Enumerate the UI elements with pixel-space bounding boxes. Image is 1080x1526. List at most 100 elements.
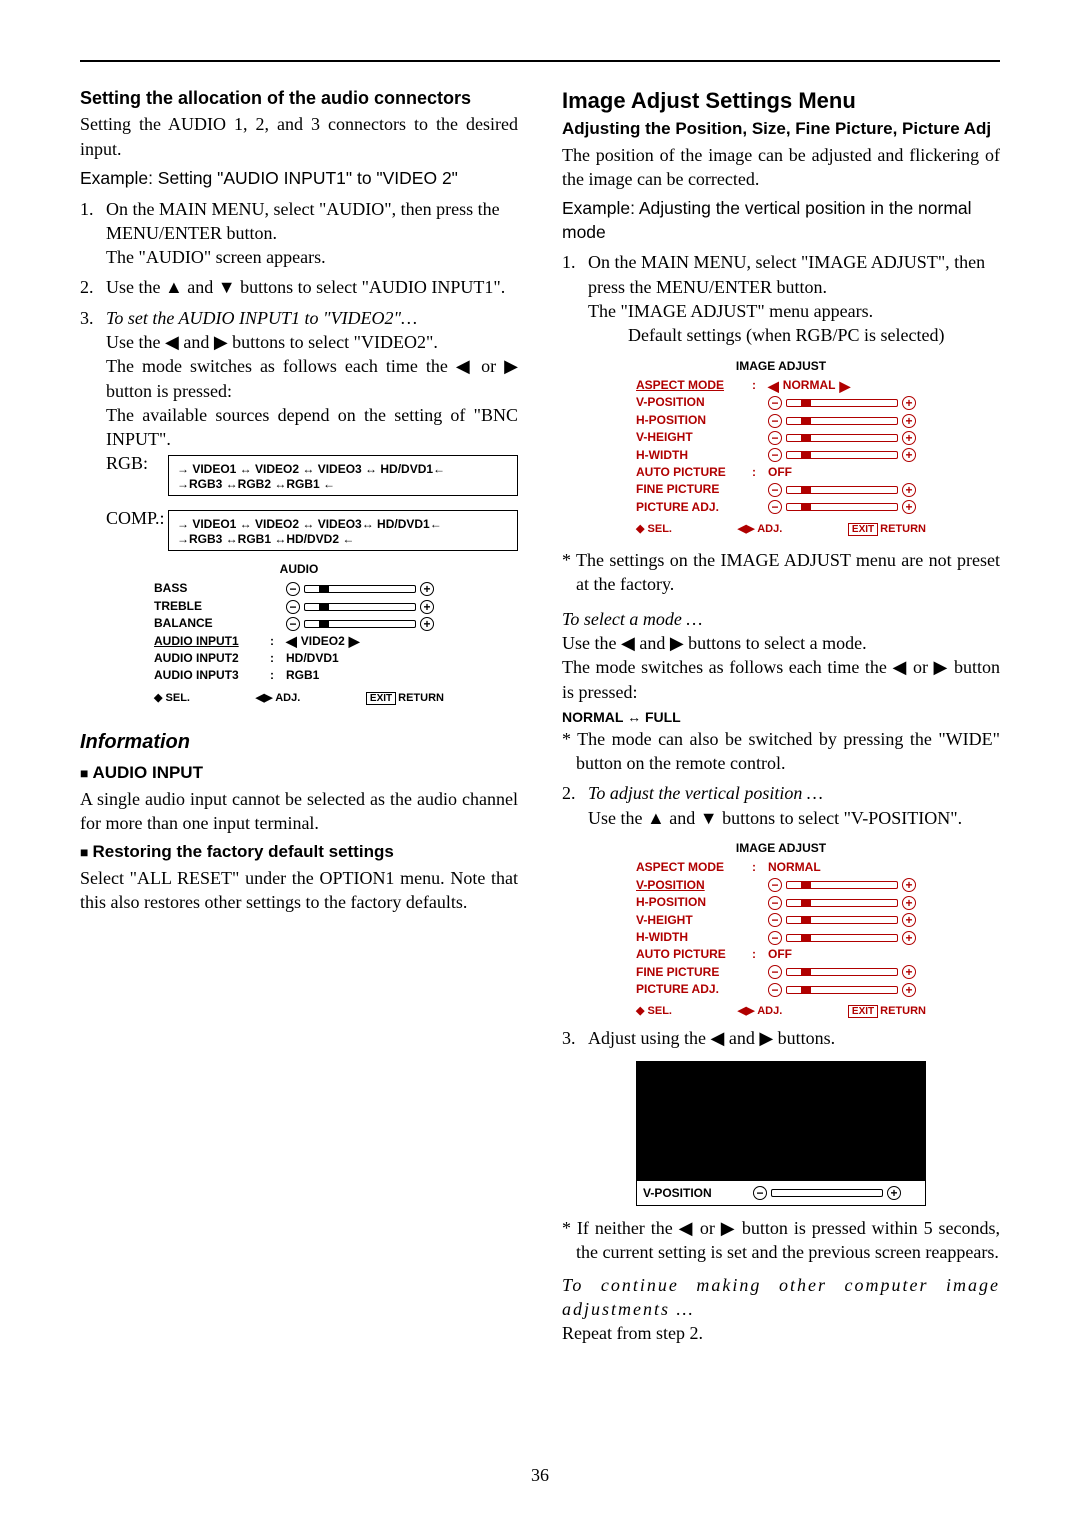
osd-row: H-POSITION — [636, 412, 926, 429]
osd-label: AUDIO INPUT2 — [154, 650, 264, 667]
osd-label: FINE PICTURE — [636, 481, 746, 498]
osd-value: OFF — [768, 464, 926, 481]
osd-value: ◀ NORMAL ▶ — [768, 377, 926, 394]
osd-value: HD/DVD1 — [286, 650, 444, 667]
osd-row: BALANCE — [154, 615, 444, 632]
osd-row: BASS — [154, 580, 444, 597]
osd-row: V-POSITION — [636, 877, 926, 894]
osd-label: AUDIO INPUT1 — [154, 633, 264, 650]
osd-label: BALANCE — [154, 615, 264, 632]
left-heading: Setting the allocation of the audio conn… — [80, 86, 518, 110]
wide-note: * The mode can also be switched by press… — [562, 727, 1000, 776]
r-step3: Adjust using the ◀ and ▶ buttons. — [588, 1026, 1000, 1050]
continue-heading: To continue making other computer image … — [562, 1273, 1000, 1322]
restore-heading: ■Restoring the factory default settings — [80, 841, 518, 864]
select-mode-p1: Use the ◀ and ▶ buttons to select a mode… — [562, 631, 1000, 655]
osd-label: V-HEIGHT — [636, 429, 746, 446]
osd-row: TREBLE — [154, 598, 444, 615]
osd-value: ◀ VIDEO2 ▶ — [286, 633, 444, 650]
imageadjust-osd2: IMAGE ADJUST ASPECT MODE:NORMALV-POSITIO… — [636, 840, 926, 1020]
vposition-preview: V-POSITION — [636, 1061, 926, 1206]
osd-label: AUDIO INPUT3 — [154, 667, 264, 684]
osd-row: PICTURE ADJ. — [636, 499, 926, 516]
osd-value — [768, 896, 926, 910]
osd-label: V-POSITION — [636, 877, 746, 894]
osd-label: ASPECT MODE — [636, 859, 746, 876]
osd-row: H-POSITION — [636, 894, 926, 911]
osd-label: PICTURE ADJ. — [636, 499, 746, 516]
osd-label: FINE PICTURE — [636, 964, 746, 981]
osd-label: V-HEIGHT — [636, 912, 746, 929]
audio-input-heading: ■AUDIO INPUT — [80, 762, 518, 785]
normal-full: NORMAL ↔ FULL — [562, 708, 1000, 727]
step1: On the MAIN MENU, select "AUDIO", then p… — [106, 197, 518, 270]
osd-row: AUDIO INPUT3:RGB1 — [154, 667, 444, 684]
osd-footer: ◆ SEL. ◀▶ ADJ. EXITRETURN — [636, 522, 926, 538]
osd-value — [286, 600, 444, 614]
r-step1: On the MAIN MENU, select "IMAGE ADJUST",… — [588, 250, 1000, 347]
osd-label: TREBLE — [154, 598, 264, 615]
osd-row: PICTURE ADJ. — [636, 981, 926, 998]
osd-row: V-POSITION — [636, 394, 926, 411]
right-intro: The position of the image can be adjuste… — [562, 143, 1000, 192]
osd-value — [768, 913, 926, 927]
osd-row: AUTO PICTURE:OFF — [636, 946, 926, 963]
osd-row: H-WIDTH — [636, 447, 926, 464]
osd-label: H-POSITION — [636, 412, 746, 429]
osd-value — [768, 396, 926, 410]
continue-text: Repeat from step 2. — [562, 1321, 1000, 1345]
osd-value — [768, 878, 926, 892]
osd-row: FINE PICTURE — [636, 964, 926, 981]
osd-row: V-HEIGHT — [636, 912, 926, 929]
osd-value — [768, 483, 926, 497]
osd-label: V-POSITION — [636, 394, 746, 411]
timeout-note: * If neither the ◀ or ▶ button is presse… — [562, 1216, 1000, 1265]
osd-value — [768, 414, 926, 428]
osd-footer: ◆ SEL. ◀▶ ADJ. EXITRETURN — [636, 1004, 926, 1020]
osd-label: PICTURE ADJ. — [636, 981, 746, 998]
step-num: 2. — [562, 781, 580, 830]
left-intro: Setting the AUDIO 1, 2, and 3 connectors… — [80, 112, 518, 161]
osd-value: NORMAL — [768, 859, 926, 876]
osd-row: H-WIDTH — [636, 929, 926, 946]
osd-row: AUTO PICTURE:OFF — [636, 464, 926, 481]
info-heading: Information — [80, 729, 518, 756]
audio-input-text: A single audio input cannot be selected … — [80, 787, 518, 836]
osd-value — [768, 983, 926, 997]
osd-title: AUDIO — [154, 561, 444, 578]
osd-footer: ◆ SEL. ◀▶ ADJ. EXITRETURN — [154, 691, 444, 707]
osd-row: AUDIO INPUT1:◀ VIDEO2 ▶ — [154, 633, 444, 650]
imageadjust-osd1: IMAGE ADJUST ASPECT MODE:◀ NORMAL ▶V-POS… — [636, 358, 926, 538]
right-example: Example: Adjusting the vertical position… — [562, 197, 1000, 244]
osd-value — [768, 500, 926, 514]
osd-value — [768, 965, 926, 979]
note-factory: * The settings on the IMAGE ADJUST menu … — [562, 548, 1000, 597]
comp-cycle: COMP.: → VIDEO1 ↔ VIDEO2 ↔ VIDEO3↔ HD/DV… — [106, 506, 518, 551]
osd-row: ASPECT MODE:NORMAL — [636, 859, 926, 876]
left-column: Setting the allocation of the audio conn… — [80, 86, 518, 1345]
step-num: 3. — [80, 306, 98, 452]
osd-row: V-HEIGHT — [636, 429, 926, 446]
select-mode-heading: To select a mode … — [562, 607, 1000, 631]
audio-osd-menu: AUDIO BASSTREBLEBALANCEAUDIO INPUT1:◀ VI… — [154, 561, 444, 707]
right-subheading: Adjusting the Position, Size, Fine Pictu… — [562, 118, 1000, 141]
osd-label: H-POSITION — [636, 894, 746, 911]
osd-label: H-WIDTH — [636, 929, 746, 946]
osd-value — [286, 617, 444, 631]
osd-value — [768, 448, 926, 462]
osd-label: AUTO PICTURE — [636, 464, 746, 481]
step-num: 1. — [80, 197, 98, 270]
restore-text: Select "ALL RESET" under the OPTION1 men… — [80, 866, 518, 915]
osd-value — [768, 431, 926, 445]
right-column: Image Adjust Settings Menu Adjusting the… — [562, 86, 1000, 1345]
osd-label: H-WIDTH — [636, 447, 746, 464]
osd-value — [768, 931, 926, 945]
osd-value — [286, 582, 444, 596]
osd-row: ASPECT MODE:◀ NORMAL ▶ — [636, 377, 926, 394]
page-top-rule — [80, 60, 1000, 62]
right-heading: Image Adjust Settings Menu — [562, 86, 1000, 116]
step-num: 2. — [80, 275, 98, 299]
rgb-cycle: RGB: → VIDEO1 ↔ VIDEO2 ↔ VIDEO3 ↔ HD/DVD… — [106, 451, 518, 496]
osd-value: OFF — [768, 946, 926, 963]
osd-row: FINE PICTURE — [636, 481, 926, 498]
